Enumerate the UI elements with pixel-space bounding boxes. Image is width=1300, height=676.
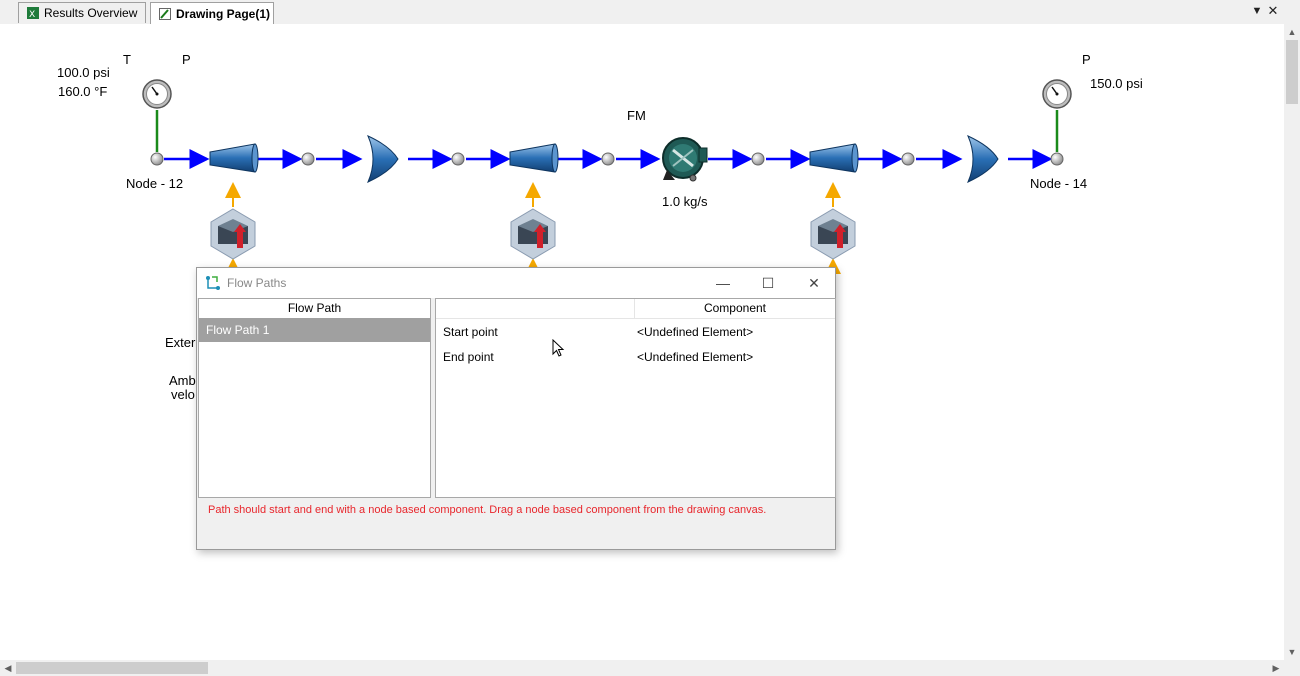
outlet-node-label: Node - 14 (1030, 176, 1088, 191)
vertical-scrollbar[interactable]: ▲ ▼ (1284, 24, 1300, 660)
flow-path-column-header[interactable]: Flow Path (199, 299, 430, 319)
validation-message: Path should start and end with a node ba… (208, 504, 767, 516)
node-ball (150, 152, 164, 166)
diffuser-icon (967, 135, 999, 183)
flowmeter-label: FM (627, 108, 646, 123)
mouse-cursor-icon (552, 338, 566, 362)
outlet-pressure: 150.0 psi (1090, 76, 1143, 91)
close-tab-icon[interactable]: ✕ (1266, 4, 1280, 18)
flow-paths-dialog: Flow Paths — ☐ ✕ Flow Path Flow Path 1 C… (196, 267, 836, 550)
heat-source-icon (810, 208, 856, 260)
component-grid[interactable]: Component Start point <Undefined Element… (435, 298, 836, 498)
svg-text:X: X (29, 10, 35, 19)
flowmeter-flow: 1.0 kg/s (662, 194, 708, 209)
scroll-down-icon[interactable]: ▼ (1284, 644, 1300, 660)
node-ball (1050, 152, 1064, 166)
flow-path-list[interactable]: Flow Path Flow Path 1 (198, 298, 431, 498)
node-ball (301, 152, 315, 166)
tab-list-dropdown-icon[interactable]: ▼ (1250, 4, 1264, 18)
start-point-label: Start point (443, 325, 498, 339)
tab-strip: X Results Overview Drawing Page(1) ▼ ✕ (0, 0, 1300, 25)
tab-results-overview[interactable]: X Results Overview (18, 2, 146, 23)
nozzle-icon (209, 143, 259, 173)
node-ball (751, 152, 765, 166)
end-point-value[interactable]: <Undefined Element> (637, 350, 753, 364)
end-point-label: End point (443, 350, 494, 364)
ambient-label: Amb (169, 373, 196, 388)
flow-paths-icon (205, 275, 221, 294)
label-column-header (436, 299, 635, 319)
maximize-icon[interactable]: ☐ (758, 274, 778, 292)
outlet-p-label: P (1082, 52, 1091, 67)
dialog-title: Flow Paths (227, 276, 287, 290)
node-ball (451, 152, 465, 166)
flowmeter-icon (662, 137, 708, 182)
diffuser-icon (367, 135, 399, 183)
inlet-t-label: T (123, 52, 131, 67)
heat-source-icon (210, 208, 256, 260)
inlet-pressure: 100.0 psi (57, 65, 110, 80)
scroll-up-icon[interactable]: ▲ (1284, 24, 1300, 40)
tab-drawing-page[interactable]: Drawing Page(1) (150, 2, 274, 24)
inlet-temperature: 160.0 °F (58, 84, 108, 99)
component-column-header[interactable]: Component (635, 299, 835, 319)
dialog-titlebar[interactable]: Flow Paths — ☐ ✕ (197, 268, 835, 298)
nozzle-icon (509, 143, 559, 173)
scroll-right-icon[interactable]: ▶ (1268, 660, 1284, 676)
nozzle-icon (809, 143, 859, 173)
start-point-value[interactable]: <Undefined Element> (637, 325, 753, 339)
horizontal-scroll-thumb[interactable] (16, 662, 208, 674)
close-icon[interactable]: ✕ (804, 274, 824, 292)
inlet-p-label: P (182, 52, 191, 67)
gauge-icon (142, 79, 172, 109)
node-ball (601, 152, 615, 166)
scroll-corner (1284, 660, 1300, 676)
tab-label: Results Overview (44, 6, 138, 20)
ambient-velocity-label: velo (171, 387, 195, 402)
node-ball (901, 152, 915, 166)
scroll-left-icon[interactable]: ◀ (0, 660, 16, 676)
vertical-scroll-thumb[interactable] (1286, 40, 1298, 104)
external-label: Exter (165, 335, 196, 350)
excel-icon: X (27, 7, 39, 20)
tab-label: Drawing Page(1) (176, 6, 271, 21)
drawing-icon (159, 7, 171, 20)
inlet-node-label: Node - 12 (126, 176, 184, 191)
minimize-icon[interactable]: — (713, 274, 733, 292)
heat-source-icon (510, 208, 556, 260)
gauge-icon (1042, 79, 1072, 109)
flow-path-row[interactable]: Flow Path 1 (199, 318, 430, 342)
